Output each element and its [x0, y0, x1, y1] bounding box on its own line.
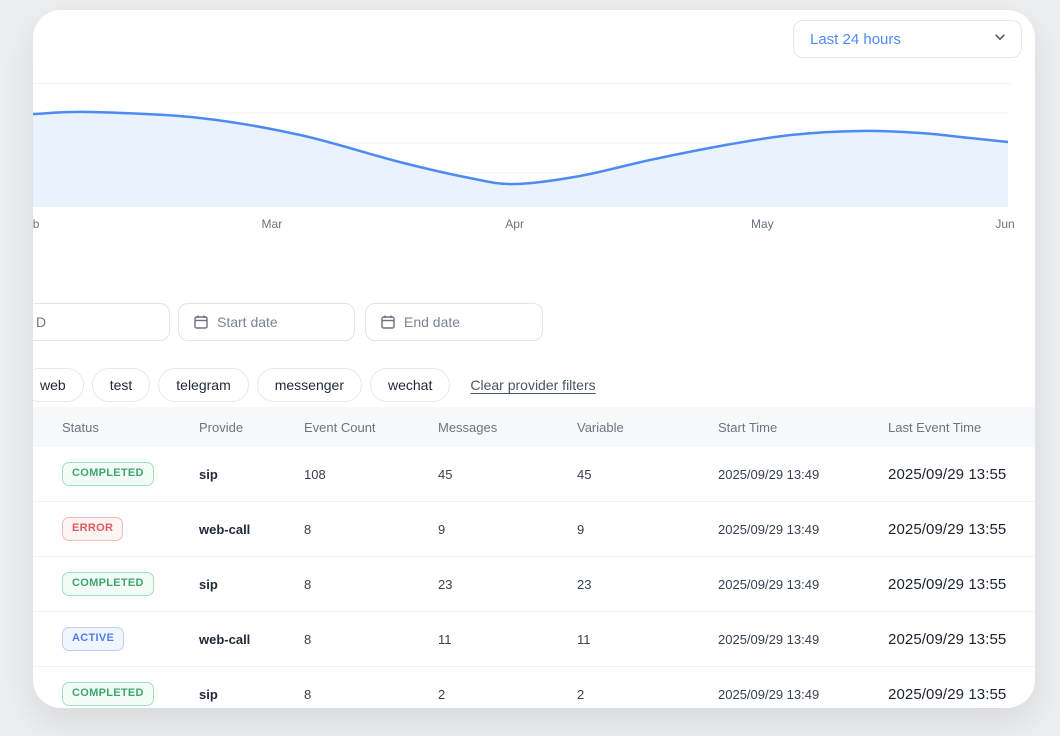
last-time-cell: 2025/09/29 13:55: [888, 631, 1035, 648]
variable-cell: 9: [577, 522, 718, 537]
filters-row: Start date End date: [33, 303, 1035, 341]
messages-cell: 11: [438, 632, 577, 647]
column-header: Last Event Time: [888, 420, 1035, 435]
x-tick-label: Mar: [262, 217, 283, 231]
chart-x-axis-labels: Feb Mar Apr May Jun: [33, 217, 1035, 235]
status-badge: COMPLETED: [62, 572, 154, 595]
id-filter-input[interactable]: [33, 303, 170, 341]
column-header: Event Count: [304, 420, 438, 435]
variable-cell: 11: [577, 632, 718, 647]
end-date-placeholder: End date: [404, 314, 460, 330]
time-range-label: Last 24 hours: [810, 31, 993, 48]
events-area-chart: [33, 95, 1008, 207]
chevron-down-icon: [993, 30, 1007, 49]
provider-cell: sip: [199, 577, 304, 592]
column-header: Start Time: [718, 420, 888, 435]
end-date-input[interactable]: End date: [365, 303, 543, 341]
id-filter-field[interactable]: [33, 304, 157, 340]
column-header: Status: [62, 420, 199, 435]
events-table: StatusProvideEvent CountMessagesVariable…: [33, 407, 1035, 708]
table-row[interactable]: COMPLETEDsip823232025/09/29 13:492025/09…: [33, 557, 1035, 612]
event-count-cell: 8: [304, 687, 438, 702]
provider-cell: sip: [199, 687, 304, 702]
variable-cell: 23: [577, 577, 718, 592]
messages-cell: 45: [438, 467, 577, 482]
event-count-cell: 8: [304, 522, 438, 537]
chart-canvas: [33, 95, 1008, 207]
status-badge: COMPLETED: [62, 682, 154, 705]
provider-cell: sip: [199, 467, 304, 482]
messages-cell: 23: [438, 577, 577, 592]
dashboard-card: Last 24 hours Feb Mar Apr May Jun Start date: [33, 10, 1035, 708]
event-count-cell: 8: [304, 577, 438, 592]
table-row[interactable]: COMPLETEDsip8222025/09/29 13:492025/09/2…: [33, 667, 1035, 708]
provider-cell: web-call: [199, 632, 304, 647]
last-time-cell: 2025/09/29 13:55: [888, 521, 1035, 538]
x-tick-label: Jun: [995, 217, 1014, 231]
table-row[interactable]: ERRORweb-call8992025/09/29 13:492025/09/…: [33, 502, 1035, 557]
start-time-cell: 2025/09/29 13:49: [718, 632, 888, 647]
messages-cell: 9: [438, 522, 577, 537]
provider-filter-chips: webtesttelegram messengerwechat Clear prov…: [33, 368, 1035, 402]
start-date-placeholder: Start date: [217, 314, 278, 330]
provider-cell: web-call: [199, 522, 304, 537]
last-time-cell: 2025/09/29 13:55: [888, 576, 1035, 593]
messages-cell: 2: [438, 687, 577, 702]
start-time-cell: 2025/09/29 13:49: [718, 522, 888, 537]
table-body: COMPLETEDsip10845452025/09/29 13:492025/…: [33, 447, 1035, 708]
table-row[interactable]: COMPLETEDsip10845452025/09/29 13:492025/…: [33, 447, 1035, 502]
provider-chip-telegram[interactable]: telegram: [158, 368, 248, 402]
header-divider: [33, 83, 1010, 84]
x-tick-label: Apr: [505, 217, 524, 231]
table-row[interactable]: ACTIVEweb-call811112025/09/29 13:492025/…: [33, 612, 1035, 667]
event-count-cell: 8: [304, 632, 438, 647]
calendar-icon: [193, 314, 209, 330]
provider-chip-messenger[interactable]: messenger: [257, 368, 362, 402]
variable-cell: 45: [577, 467, 718, 482]
variable-cell: 2: [577, 687, 718, 702]
start-time-cell: 2025/09/29 13:49: [718, 467, 888, 482]
last-time-cell: 2025/09/29 13:55: [888, 466, 1035, 483]
start-time-cell: 2025/09/29 13:49: [718, 687, 888, 702]
status-badge: ACTIVE: [62, 627, 124, 650]
column-header: Messages: [438, 420, 577, 435]
provider-chip-wechat[interactable]: wechat: [370, 368, 450, 402]
clear-provider-filters-link[interactable]: Clear provider filters: [470, 377, 595, 393]
start-date-input[interactable]: Start date: [178, 303, 355, 341]
table-header-row: StatusProvideEvent CountMessagesVariable…: [33, 407, 1035, 447]
column-header: Variable: [577, 420, 718, 435]
start-time-cell: 2025/09/29 13:49: [718, 577, 888, 592]
status-badge: ERROR: [62, 517, 123, 540]
provider-chip-web[interactable]: web: [33, 368, 84, 402]
x-tick-label: May: [751, 217, 774, 231]
last-time-cell: 2025/09/29 13:55: [888, 686, 1035, 703]
chart-area-fill: [33, 112, 1008, 207]
provider-chip-test[interactable]: test: [92, 368, 151, 402]
time-range-dropdown[interactable]: Last 24 hours: [793, 20, 1022, 58]
event-count-cell: 108: [304, 467, 438, 482]
calendar-icon: [380, 314, 396, 330]
column-header: Provide: [199, 420, 304, 435]
status-badge: COMPLETED: [62, 462, 154, 485]
x-tick-label: Feb: [33, 217, 39, 231]
